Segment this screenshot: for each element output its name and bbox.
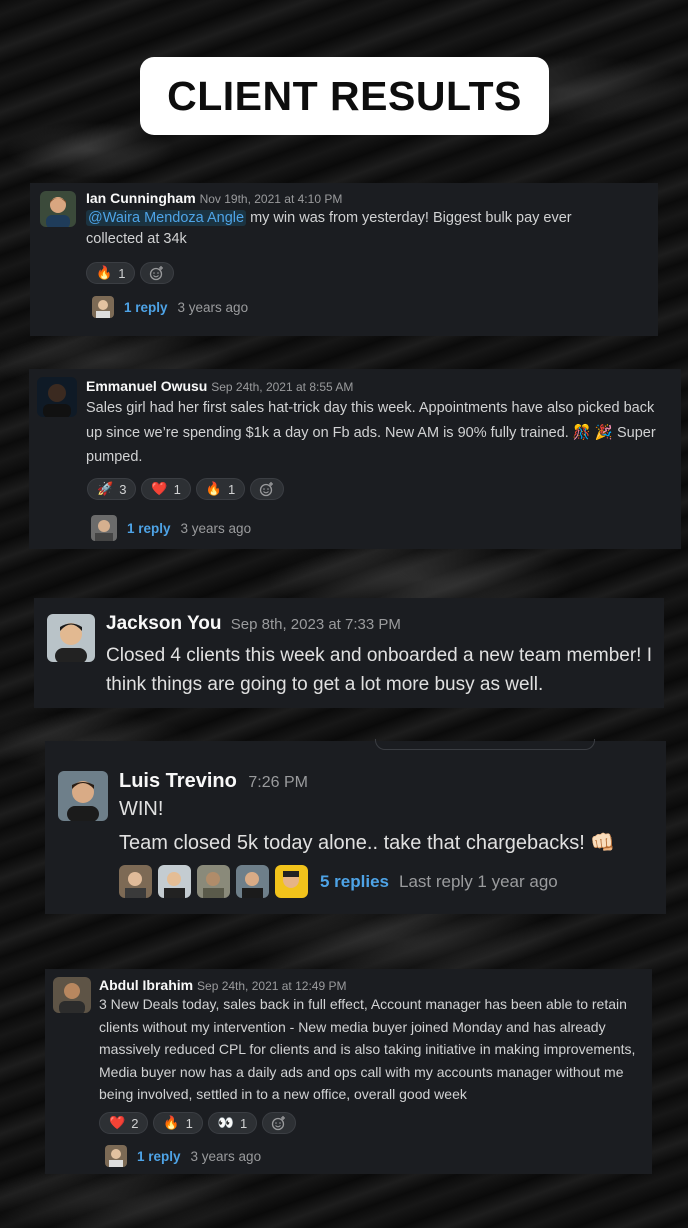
reply-time: 3 years ago [177,299,249,315]
reply-avatar [91,515,117,541]
author-name[interactable]: Abdul Ibrahim [99,977,193,993]
message-timestamp[interactable]: Sep 24th, 2021 at 12:49 PM [197,979,346,993]
fire-icon: 🔥 [163,1115,180,1130]
add-reaction-icon [272,1116,286,1131]
add-reaction-icon [150,266,164,281]
reaction-fire[interactable]: 🔥 1 [86,262,136,284]
heart-icon: ❤️ [109,1115,126,1130]
reaction-fire[interactable]: 🔥 1 [153,1112,203,1134]
message-line: Team closed 5k today alone.. take that c… [119,832,616,854]
reaction-eyes[interactable]: 👀 1 [207,1112,258,1134]
avatar[interactable] [40,191,76,227]
message-text: Sales girl had her first sales hat-trick… [86,400,656,465]
fire-icon: 🔥 [205,481,223,496]
replies-link[interactable]: 1 reply [124,300,168,315]
avatar[interactable] [37,377,77,417]
reaction-fire[interactable]: 🔥 1 [195,478,246,500]
message-card: Luis Trevino 7:26 PM WIN! Team closed 5k… [45,739,666,914]
message-card: Emmanuel Owusu Sep 24th, 2021 at 8:55 AM… [29,369,681,549]
reply-time: 3 years ago [180,520,252,536]
message-card: Jackson You Sep 8th, 2023 at 7:33 PM Clo… [34,598,664,708]
author-name[interactable]: Ian Cunningham [86,190,196,206]
message-timestamp[interactable]: Sep 24th, 2021 at 8:55 AM [211,380,353,394]
replies-link[interactable]: 5 replies [320,872,389,892]
avatar[interactable] [58,771,108,821]
replies-link[interactable]: 1 reply [137,1149,181,1164]
message-card: Abdul Ibrahim Sep 24th, 2021 at 12:49 PM… [45,969,652,1174]
fire-icon: 🔥 [96,265,113,280]
reply-avatar [236,865,269,898]
user-mention[interactable]: @Waira Mendoza Angle [86,210,247,226]
reply-avatar [275,865,308,898]
hover-toolbar-edge [375,739,595,750]
message-text: 3 New Deals today, sales back in full ef… [99,996,636,1102]
message-text: Closed 4 clients this week and onboarded… [106,645,653,695]
page-title: CLIENT RESULTS [140,57,549,135]
add-reaction-button[interactable] [262,1112,297,1134]
reaction-rocket[interactable]: 🚀 3 [87,478,137,500]
message-timestamp[interactable]: 7:26 PM [248,774,308,791]
reply-time: Last reply 1 year ago [399,871,558,891]
heart-icon: ❤️ [151,481,168,496]
reply-avatar [92,296,114,318]
message-timestamp[interactable]: Sep 8th, 2023 at 7:33 PM [231,616,401,633]
reply-avatar [119,865,152,898]
add-reaction-button[interactable] [140,262,175,284]
add-reaction-icon [260,482,274,497]
eyes-icon: 👀 [217,1115,235,1130]
reply-avatar [197,865,230,898]
author-name[interactable]: Luis Trevino [119,770,237,792]
reaction-heart[interactable]: ❤️ 2 [99,1112,149,1134]
avatar[interactable] [47,614,95,662]
message-line: WIN! [119,798,164,820]
message-text: @Waira Mendoza Angle my win was from yes… [86,210,572,247]
author-name[interactable]: Jackson You [106,613,221,634]
replies-link[interactable]: 1 reply [127,521,171,536]
reply-avatar [158,865,191,898]
rocket-icon: 🚀 [97,481,114,496]
message-timestamp[interactable]: Nov 19th, 2021 at 4:10 PM [200,192,343,206]
reply-time: 3 years ago [190,1148,262,1164]
reply-avatar [105,1145,127,1167]
add-reaction-button[interactable] [250,478,285,500]
message-card: Ian Cunningham Nov 19th, 2021 at 4:10 PM… [30,183,658,336]
author-name[interactable]: Emmanuel Owusu [86,378,207,394]
reaction-heart[interactable]: ❤️ 1 [141,478,191,500]
avatar[interactable] [53,977,91,1013]
